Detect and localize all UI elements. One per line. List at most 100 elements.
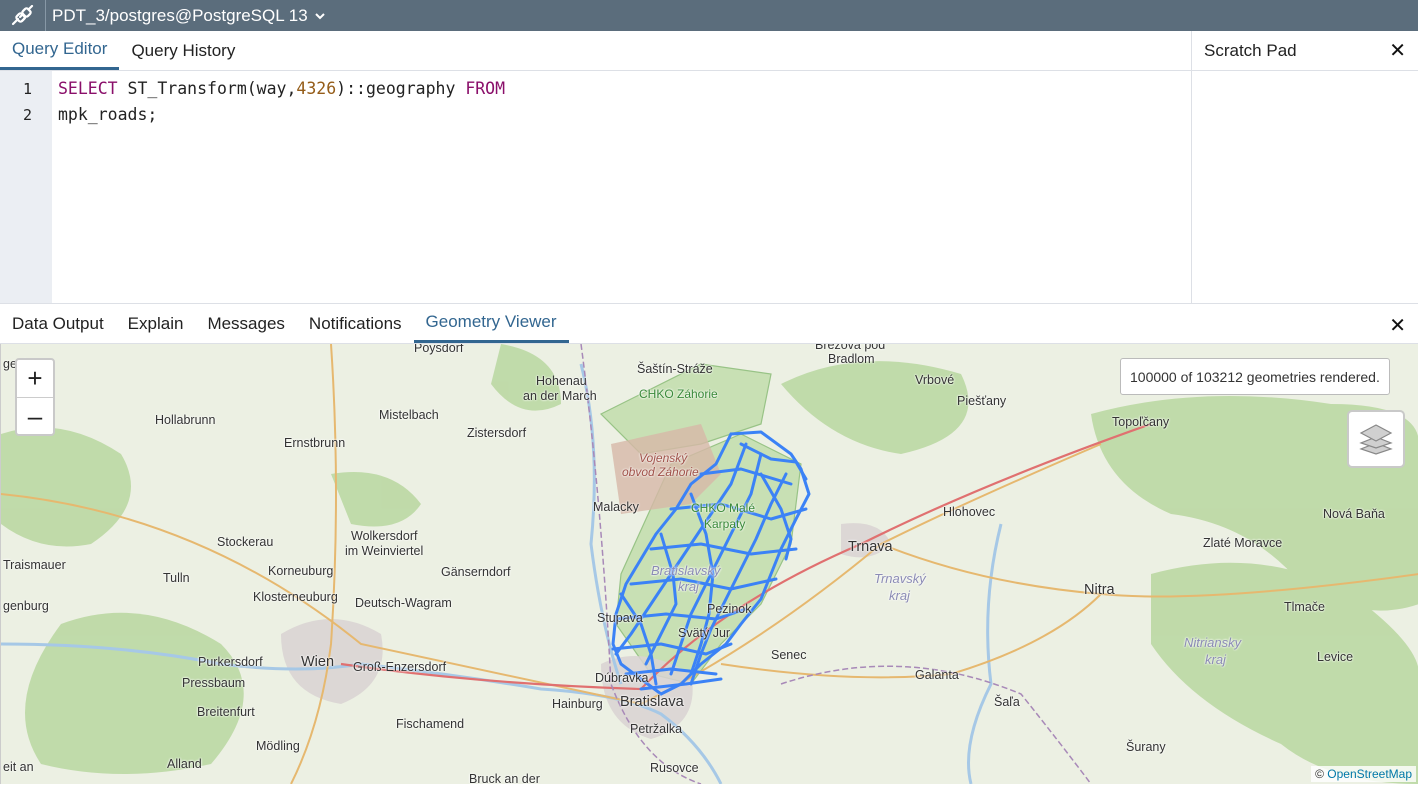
openstreetmap-link[interactable]: OpenStreetMap	[1327, 767, 1412, 781]
map-label: Poysdorf	[414, 344, 464, 355]
map-label: Bruck an der	[469, 772, 540, 784]
tab-geometry-viewer[interactable]: Geometry Viewer	[413, 304, 569, 343]
render-info-badge: 100000 of 103212 geometries rendered.	[1120, 358, 1390, 395]
map-label: Groß-Enzersdorf	[353, 660, 447, 674]
zoom-in-button[interactable]: +	[17, 360, 53, 397]
tab-messages[interactable]: Messages	[195, 304, 296, 343]
tab-notifications[interactable]: Notifications	[297, 304, 414, 343]
map-label: Tlmače	[1284, 600, 1325, 614]
map-label: Karpaty	[704, 517, 746, 531]
map-label: Breitenfurt	[197, 705, 255, 719]
map-label: Zlaté Moravce	[1203, 536, 1283, 550]
tab-query-history[interactable]: Query History	[119, 31, 247, 70]
map-label: Gänserndorf	[441, 565, 511, 579]
connection-selector[interactable]: PDT_3/postgres@PostgreSQL 13	[46, 6, 326, 26]
line-number: 2	[22, 106, 32, 124]
map-label: Senec	[771, 648, 807, 662]
map-label: Hollabrunn	[155, 413, 216, 427]
map-label: Levice	[1317, 650, 1354, 664]
map-label: Dúbravka	[595, 671, 649, 685]
map-label: Rusovce	[650, 761, 699, 775]
map-label: Nitra	[1084, 582, 1115, 598]
map-label: kraj	[1205, 652, 1226, 667]
sql-text: )::geography	[336, 79, 466, 98]
map-label: Nová Baňa	[1323, 507, 1385, 521]
map-label: Šaštín-Stráže	[637, 362, 713, 376]
code-line: mpk_roads;	[58, 102, 505, 128]
map-label: Svätý Jur	[678, 626, 731, 640]
map-label: Galanta	[915, 668, 959, 682]
sql-text: ST_Transform(way,	[117, 79, 297, 98]
map-label: Vojenský	[639, 451, 688, 465]
layers-icon	[1359, 424, 1393, 455]
map-label: Purkersdorf	[198, 655, 263, 669]
scratch-pad-title: Scratch Pad	[1204, 40, 1297, 60]
map-label: Mödling	[256, 739, 300, 753]
connection-bar: PDT_3/postgres@PostgreSQL 13	[0, 0, 1418, 31]
map-label: Tulln	[163, 571, 190, 585]
sql-code-area[interactable]: SELECT ST_Transform(way,4326)::geography…	[58, 76, 505, 128]
map-label: CHKO Malé	[691, 501, 756, 515]
attribution-prefix: ©	[1315, 767, 1328, 781]
code-line: SELECT ST_Transform(way,4326)::geography…	[58, 76, 505, 102]
map-label: im Weinviertel	[345, 544, 424, 558]
close-icon[interactable]: ✕	[1389, 313, 1406, 338]
connection-plug-icon[interactable]	[0, 0, 46, 31]
map-label: Bratislavský	[651, 563, 721, 578]
map-label: eit an	[3, 760, 34, 774]
map-label: Hainburg	[552, 697, 603, 711]
map-label: Deutsch-Wagram	[355, 596, 452, 610]
map-label: CHKO Záhorie	[639, 387, 718, 401]
map-attribution: © OpenStreetMap	[1311, 766, 1416, 782]
map-label: Piešťany	[957, 394, 1007, 408]
tab-query-editor[interactable]: Query Editor	[0, 31, 120, 70]
connection-title: PDT_3/postgres@PostgreSQL 13	[52, 5, 308, 25]
close-icon[interactable]: ✕	[1389, 38, 1406, 63]
map-label: Bratislava	[620, 694, 684, 710]
map-label: Topoľčany	[1112, 415, 1170, 429]
map-label: Korneuburg	[268, 564, 334, 578]
map-label: Ernstbrunn	[284, 436, 346, 450]
chevron-down-icon	[314, 12, 325, 19]
map-label: Petržalka	[630, 722, 683, 736]
map-label: Traismauer	[3, 558, 66, 572]
map-label: Pressbaum	[182, 676, 246, 690]
results-tabs: Data Output Explain Messages Notificatio…	[0, 304, 1418, 344]
query-editor-panel: Query Editor Query History 1 2 SELECT ST…	[0, 31, 1192, 303]
map-label: Zistersdorf	[467, 426, 527, 440]
map-label: obvod Záhorie	[622, 465, 699, 479]
map-label: an der March	[523, 389, 597, 403]
editor-tabs: Query Editor Query History	[0, 31, 1191, 71]
zoom-out-button[interactable]: –	[17, 397, 53, 434]
map-label: Wien	[301, 654, 335, 670]
map-label: Šurany	[1126, 740, 1166, 754]
scratch-pad-header: Scratch Pad ✕	[1192, 31, 1418, 71]
map-label: Wolkersdorf	[351, 529, 418, 543]
sql-keyword: SELECT	[58, 79, 118, 98]
map-label: Nitriansky	[1184, 635, 1242, 650]
tab-explain[interactable]: Explain	[116, 304, 196, 343]
tab-data-output[interactable]: Data Output	[0, 304, 116, 343]
map-label: Vrbové	[915, 373, 955, 387]
map-label: genburg	[3, 599, 49, 613]
sql-keyword: FROM	[465, 79, 506, 98]
map-label: kraj	[678, 579, 699, 594]
zoom-control: + –	[15, 358, 55, 436]
map-label: Fischamend	[396, 717, 465, 731]
layers-button[interactable]	[1347, 410, 1405, 468]
map-label: Bradlom	[828, 352, 875, 366]
scratch-pad-panel: Scratch Pad ✕	[1192, 31, 1418, 303]
map-label: Stockerau	[217, 535, 274, 549]
map-label: Šaľa	[994, 695, 1020, 709]
map-label: Klosterneuburg	[253, 590, 338, 604]
map-label: Trnavský	[874, 571, 926, 586]
map-label: Hohenau	[536, 374, 587, 388]
line-gutter: 1 2	[0, 71, 52, 303]
map-label: Brezová pod	[815, 344, 886, 352]
map-label: Stupava	[597, 611, 643, 625]
map-label: Trnava	[848, 539, 893, 555]
map-label: Malacky	[593, 500, 639, 514]
sql-number: 4326	[296, 79, 337, 98]
geometry-map[interactable]: Poysdorf Brezová pod Bradlom Šaštín-Strá…	[0, 344, 1418, 784]
sql-text: mpk_roads;	[58, 105, 158, 124]
